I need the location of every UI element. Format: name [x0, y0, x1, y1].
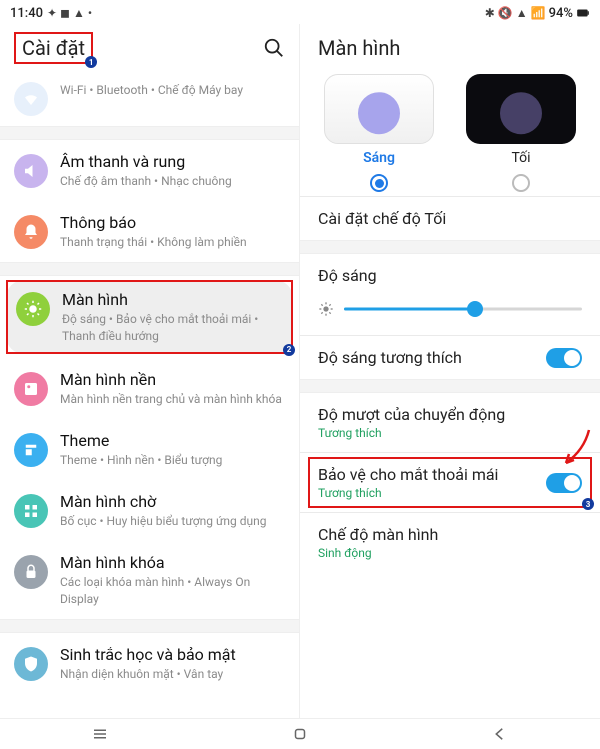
signal-icon: 📶 [531, 6, 546, 20]
settings-item-biometrics[interactable]: Sinh trắc học và bảo mật Nhận diện khuôn… [0, 633, 299, 694]
battery-icon [576, 6, 590, 20]
nav-home-button[interactable] [280, 725, 320, 743]
settings-item-theme[interactable]: Theme Theme • Hình nền • Biểu tượng [0, 419, 299, 480]
theme-light-label: Sáng [363, 150, 395, 166]
section-gap [300, 379, 600, 393]
item-sub: Màn hình nền trang chủ và màn hình khóa [60, 391, 285, 407]
screen-mode-row[interactable]: Chế độ màn hình Sinh động [300, 513, 600, 572]
section-spacer [0, 619, 299, 633]
status-app-icons: ✦ ◼ ▲ • [47, 6, 92, 20]
item-sub: Các loại khóa màn hình • Always On Displ… [60, 574, 285, 606]
settings-item-lock[interactable]: Màn hình khóa Các loại khóa màn hình • A… [0, 541, 299, 618]
nav-back-button[interactable] [480, 725, 520, 743]
theme-dark-option[interactable]: Tối [460, 74, 582, 192]
settings-list-pane: Cài đặt 1 Wi-Fi • Bluetooth • Chế độ Máy… [0, 24, 300, 718]
settings-item-sound[interactable]: Âm thanh và rung Chế độ âm thanh • Nhạc … [0, 140, 299, 201]
item-title: Âm thanh và rung [60, 152, 285, 171]
theme-selector-row: Sáng Tối [300, 74, 600, 196]
section-spacer [0, 126, 299, 140]
item-sub: Độ sáng • Bảo vệ cho mắt thoải mái • Tha… [62, 311, 283, 343]
settings-item-connections[interactable]: Wi-Fi • Bluetooth • Chế độ Máy bay [0, 74, 299, 126]
search-icon[interactable] [263, 37, 285, 59]
settings-title: Cài đặt 1 [14, 32, 93, 64]
status-right: ✱ 🔇 ▲ 📶 94% [485, 6, 590, 21]
detail-title: Màn hình [300, 24, 600, 74]
item-title: Thông báo [60, 213, 285, 232]
theme-dark-radio[interactable] [512, 174, 530, 192]
theme-dark-preview [466, 74, 576, 144]
annotation-badge-1: 1 [85, 56, 97, 68]
theme-dark-label: Tối [511, 150, 530, 166]
item-title: Sinh trắc học và bảo mật [60, 645, 285, 664]
settings-header: Cài đặt 1 [0, 24, 299, 74]
status-bar: 11:40 ✦ ◼ ▲ • ✱ 🔇 ▲ 📶 94% [0, 0, 600, 24]
adaptive-brightness-toggle[interactable] [546, 348, 582, 368]
shield-icon [14, 647, 48, 681]
item-sub: Chế độ âm thanh • Nhạc chuông [60, 173, 285, 189]
item-sub: Wi-Fi • Bluetooth • Chế độ Máy bay [60, 82, 285, 98]
item-sub: Bố cục • Huy hiệu biểu tượng ứng dụng [60, 513, 285, 529]
theme-light-radio[interactable] [370, 174, 388, 192]
theme-icon [14, 433, 48, 467]
mute-icon: 🔇 [498, 6, 513, 20]
status-left: 11:40 ✦ ◼ ▲ • [10, 6, 92, 21]
item-title: Màn hình khóa [60, 553, 285, 572]
settings-item-wallpaper[interactable]: Màn hình nền Màn hình nền trang chủ và m… [0, 358, 299, 419]
bluetooth-icon: ✱ [485, 6, 495, 20]
theme-light-preview [324, 74, 434, 144]
motion-smoothness-row[interactable]: Độ mượt của chuyển động Tương thích [300, 393, 600, 452]
battery-text: 94% [549, 6, 573, 21]
status-time: 11:40 [10, 6, 43, 21]
item-sub: Thanh trạng thái • Không làm phiền [60, 234, 285, 250]
wifi-icon: ▲ [516, 6, 528, 20]
display-detail-pane: Màn hình Sáng Tối Cài đặt chế độ Tối Độ … [300, 24, 600, 718]
section-gap [300, 240, 600, 254]
settings-item-display[interactable]: Màn hình Độ sáng • Bảo vệ cho mắt thoải … [6, 280, 293, 353]
brightness-low-icon [318, 301, 334, 317]
brightness-slider[interactable] [344, 295, 582, 323]
item-sub: Theme • Hình nền • Biểu tượng [60, 452, 285, 468]
item-title: Màn hình nền [60, 370, 285, 389]
android-nav-bar [0, 718, 600, 749]
item-title: Màn hình chờ [60, 492, 285, 511]
sound-icon [14, 154, 48, 188]
item-title: Màn hình [62, 290, 283, 309]
eye-comfort-row[interactable]: Bảo vệ cho mắt thoải mái Tương thích [300, 453, 600, 512]
wallpaper-icon [14, 372, 48, 406]
eye-comfort-toggle[interactable] [546, 473, 582, 493]
adaptive-brightness-row[interactable]: Độ sáng tương thích [300, 336, 600, 379]
notification-icon [14, 215, 48, 249]
item-sub: Nhận diện khuôn mặt • Vân tay [60, 666, 285, 682]
settings-item-home[interactable]: Màn hình chờ Bố cục • Huy hiệu biểu tượn… [0, 480, 299, 541]
lock-icon [14, 555, 48, 589]
home-icon [14, 494, 48, 528]
section-spacer [0, 262, 299, 276]
theme-light-option[interactable]: Sáng [318, 74, 440, 192]
display-icon [16, 292, 50, 326]
dark-mode-settings-row[interactable]: Cài đặt chế độ Tối [300, 197, 600, 240]
settings-item-notifications[interactable]: Thông báo Thanh trạng thái • Không làm p… [0, 201, 299, 262]
wifi-icon [14, 82, 48, 116]
item-title: Theme [60, 431, 285, 450]
brightness-header: Độ sáng [300, 254, 600, 291]
nav-recents-button[interactable] [80, 725, 120, 743]
brightness-slider-row [300, 291, 600, 335]
